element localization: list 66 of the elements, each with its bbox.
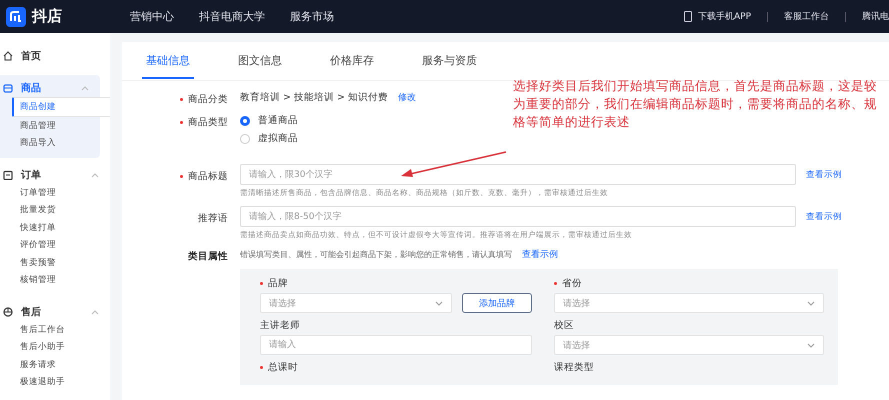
sidebar-group[interactable]: 售后 [0,303,110,321]
add-brand-button[interactable]: 添加品牌 [462,293,532,313]
header-link[interactable]: 下载手机APP [698,10,751,23]
sidebar-item[interactable]: 订单管理 [0,184,56,202]
logo-text: 抖店 [32,7,62,26]
logo-icon [6,6,26,26]
field-label: 课程类型 [554,361,594,374]
tab[interactable]: 图文信息 [234,44,286,78]
home-icon [3,51,13,61]
edit-link[interactable]: 修改 [398,91,416,104]
tab[interactable]: 服务与资质 [418,44,481,78]
clipboard-icon [3,170,13,180]
sidebar-item[interactable]: 批量发货 [0,202,56,219]
field-label: 商品类型 [180,116,228,129]
tab[interactable]: 基础信息 [142,44,194,78]
field-label: 校区 [554,319,574,332]
chevron-icon [91,172,99,178]
tab[interactable]: 价格库存 [326,44,378,78]
annotation-text: 选择好类目后我们开始填写商品信息，首先是商品标题，这是较为重要的部分，我们在编辑商品标题时，需要将商品的名称、规格等简单的进行表述 [513,77,878,131]
header-link[interactable]: 腾讯电 [862,10,889,23]
sidebar-group[interactable]: 订单 [0,166,110,184]
radio-option[interactable]: 虚拟商品 [240,132,298,145]
field-label: 商品分类 [180,93,228,106]
chevron-down-icon [807,342,815,348]
radio-label: 虚拟商品 [258,132,298,145]
nav-link[interactable]: 服务市场 [290,9,334,24]
example-link[interactable]: 查看示例 [806,210,842,222]
example-link[interactable]: 查看示例 [806,168,842,180]
field-label: 省份 [554,277,582,290]
chevron-icon [81,86,89,90]
text-input[interactable]: 请输入，限8-50个汉字 [240,206,796,227]
sidebar-item[interactable]: 商品导入 [0,134,56,152]
radio-option[interactable]: 普通商品 [240,114,298,127]
field-label: 品牌 [260,277,288,290]
sidebar-item[interactable]: 评价管理 [0,236,56,254]
sidebar-group[interactable]: 首页 [0,47,110,65]
sidebar-item[interactable]: 核销管理 [0,272,56,289]
nav-link[interactable]: 营销中心 [130,9,174,24]
text-input[interactable]: 请输入，限30个汉字 [240,164,796,185]
field-label: 类目属性 [188,250,228,263]
phone-icon [684,11,692,22]
chevron-down-icon [807,300,815,306]
sidebar-item[interactable]: 服务请求 [0,356,56,374]
sidebar-item[interactable]: 售后小助手 [0,338,65,356]
sidebar-group[interactable]: 商品 [0,79,100,97]
header-link[interactable]: 客服工作台 [784,10,829,23]
chevron-down-icon [435,300,443,306]
sidebar-item[interactable]: 售后工作台 [0,321,65,338]
field-label: 总课时 [260,361,298,374]
radio-button[interactable] [240,116,250,126]
chevron-icon [91,310,99,314]
field-label: 推荐语 [198,212,228,225]
field-label: 主讲老师 [260,319,300,332]
nav-link[interactable]: 抖音电商大学 [199,9,265,24]
example-link[interactable]: 查看示例 [522,248,558,261]
sidebar-item[interactable]: 快速打单 [0,219,56,236]
text-input[interactable]: 请输入 [260,335,532,355]
box-icon [3,83,13,93]
sidebar-item[interactable]: 商品创建 [12,97,110,117]
field-label: 商品标题 [180,170,228,183]
sidebar-item[interactable]: 售卖预警 [0,254,56,272]
help-text: 错误填写类目、属性，可能会引起商品下架，影响您的正常销售，请认真填写 [240,249,512,260]
sidebar-item[interactable]: 商品管理 [0,117,56,134]
category-path: 教育培训 > 技能培训 > 知识付费 [240,91,388,104]
sidebar-item[interactable]: 极速退助手 [0,374,65,391]
radio-label: 普通商品 [258,114,298,127]
